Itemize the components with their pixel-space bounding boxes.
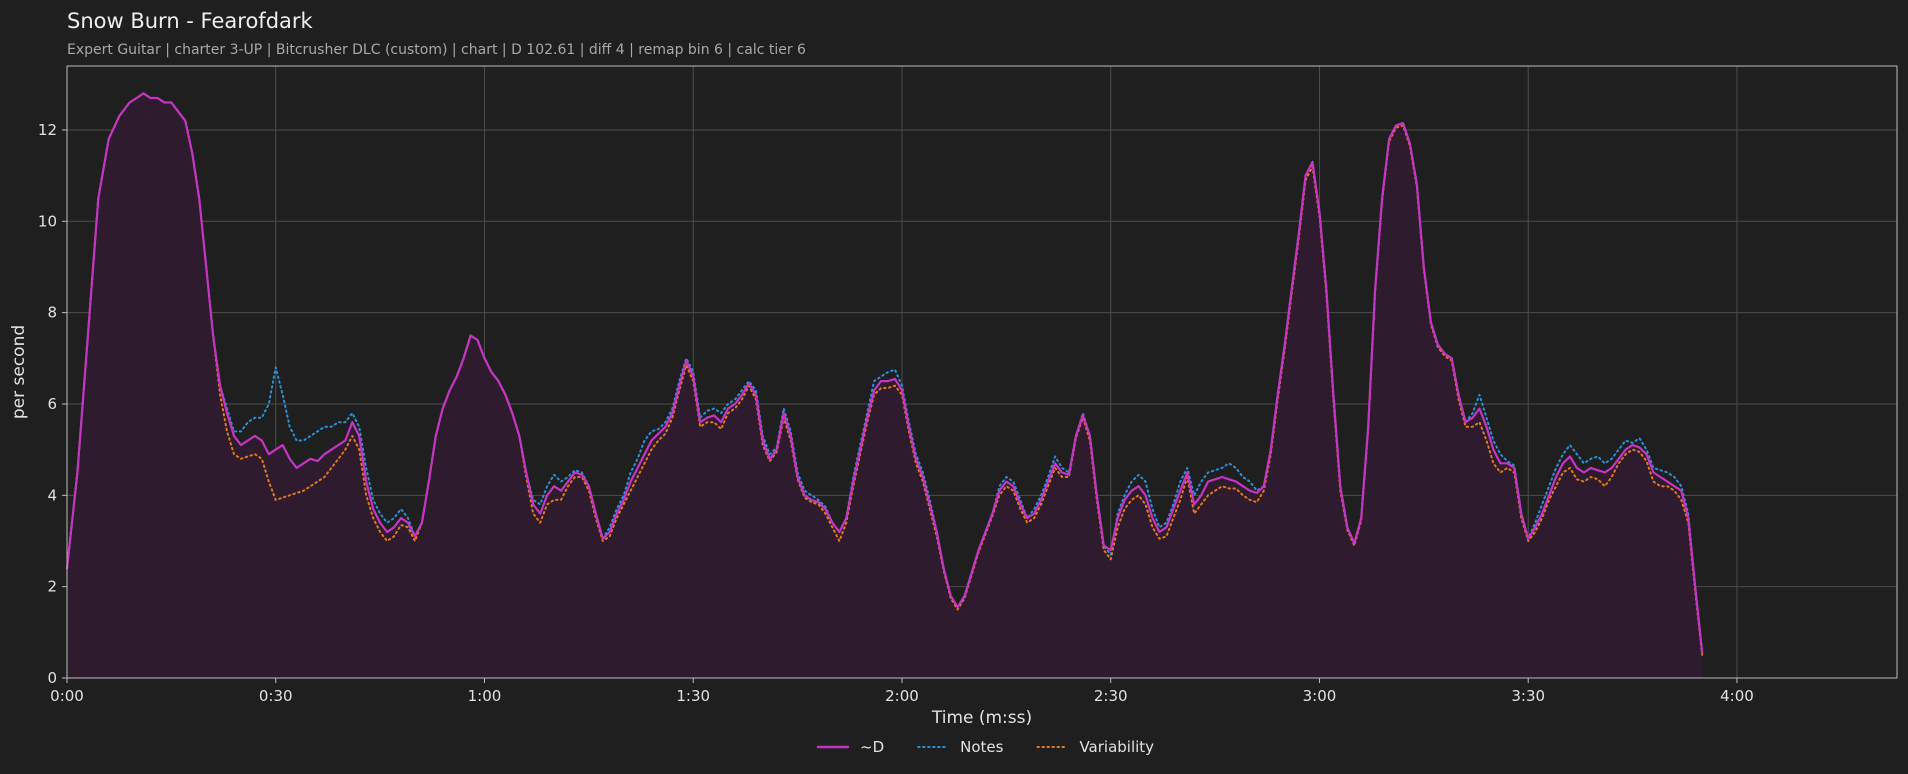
y-axis-label: per second	[9, 325, 29, 419]
chart: Snow Burn - Fearofdark Expert Guitar | c…	[9, 9, 1898, 756]
y-tick-label: 4	[47, 486, 57, 504]
chart-subtitle: Expert Guitar | charter 3-UP | Bitcrushe…	[67, 42, 806, 58]
y-tick-label: 8	[47, 304, 57, 322]
y-tick-label: 10	[38, 212, 57, 230]
x-tick-label: 4:00	[1720, 687, 1754, 705]
legend-label: Variability	[1079, 738, 1154, 756]
x-axis-ticks: 0:00 0:30 1:00 1:30 2:00 2:30 3:00 3:30 4:00	[50, 678, 1754, 705]
y-tick-label: 2	[47, 578, 57, 596]
legend-label: ~D	[860, 738, 884, 756]
legend: ~D Notes Variability	[816, 738, 1154, 756]
x-tick-label: 2:30	[1094, 687, 1128, 705]
y-tick-label: 12	[38, 121, 57, 139]
y-tick-label: 0	[47, 669, 57, 687]
x-tick-label: 2:00	[885, 687, 919, 705]
x-axis-label: Time (m:ss)	[931, 708, 1032, 728]
x-tick-label: 1:00	[468, 687, 502, 705]
chart-title: Snow Burn - Fearofdark	[67, 9, 314, 33]
x-tick-label: 0:30	[259, 687, 293, 705]
x-tick-label: 0:00	[50, 687, 84, 705]
y-tick-label: 6	[47, 395, 57, 413]
x-tick-label: 3:00	[1303, 687, 1337, 705]
x-tick-label: 1:30	[676, 687, 710, 705]
y-axis-ticks: 0 2 4 6 8 10 12	[38, 121, 67, 687]
x-tick-label: 3:30	[1511, 687, 1545, 705]
legend-label: Notes	[960, 738, 1004, 756]
